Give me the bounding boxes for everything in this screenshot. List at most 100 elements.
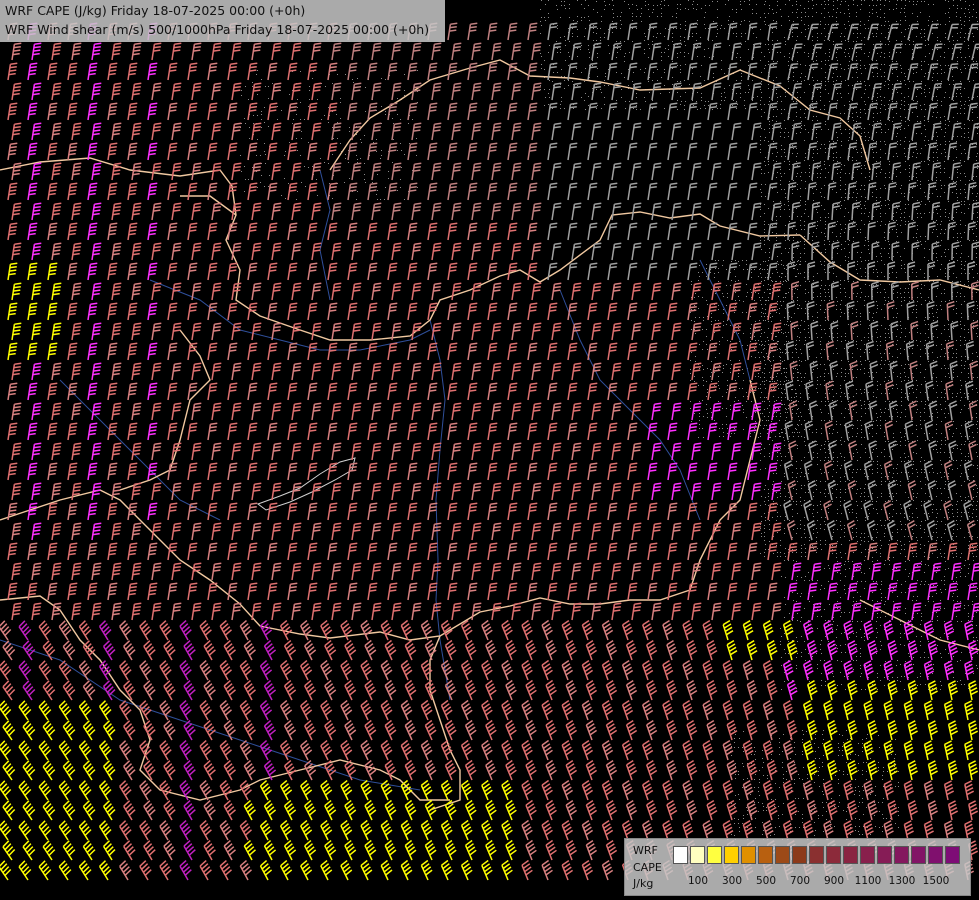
stipple-dot xyxy=(928,25,929,26)
stipple-dot xyxy=(921,65,922,66)
stipple-dot xyxy=(892,121,893,122)
stipple-dot xyxy=(853,293,854,294)
stipple-dot xyxy=(749,4,750,5)
stipple-dot xyxy=(969,340,970,341)
stipple-dot xyxy=(909,120,910,121)
stipple-dot xyxy=(788,81,789,82)
stipple-dot xyxy=(824,289,825,290)
stipple-dot xyxy=(781,113,782,114)
stipple-dot xyxy=(797,445,798,446)
stipple-dot xyxy=(805,337,806,338)
stipple-dot xyxy=(808,452,809,453)
stipple-dot xyxy=(800,393,801,394)
stipple-dot xyxy=(916,469,917,470)
stipple-dot xyxy=(784,120,785,121)
stipple-dot xyxy=(824,493,825,494)
stipple-dot xyxy=(945,209,946,210)
stipple-dot xyxy=(892,356,893,357)
stipple-dot xyxy=(809,509,810,510)
stipple-dot xyxy=(877,76,878,77)
stipple-dot xyxy=(848,352,849,353)
stipple-dot xyxy=(965,273,966,274)
stipple-dot xyxy=(912,29,913,30)
stipple-dot xyxy=(889,164,890,165)
stipple-dot xyxy=(813,496,814,497)
stipple-dot xyxy=(714,273,715,274)
stipple-dot xyxy=(912,489,913,490)
stipple-dot xyxy=(901,472,902,473)
stipple-dot xyxy=(933,4,934,5)
stipple-dot xyxy=(880,425,881,426)
stipple-dot xyxy=(884,353,885,354)
stipple-dot xyxy=(852,100,853,101)
stipple-dot xyxy=(710,272,711,273)
stipple-dot xyxy=(892,368,893,369)
stipple-dot xyxy=(833,181,834,182)
stipple-dot xyxy=(769,529,770,530)
stipple-dot xyxy=(804,52,805,53)
stipple-dot xyxy=(784,209,785,210)
stipple-dot xyxy=(881,473,882,474)
stipple-dot xyxy=(961,237,962,238)
stipple-dot xyxy=(845,173,846,174)
stipple-dot xyxy=(780,180,781,181)
stipple-dot xyxy=(837,465,838,466)
stipple-dot xyxy=(924,92,925,93)
stipple-dot xyxy=(884,64,885,65)
stipple-dot xyxy=(896,317,897,318)
stipple-dot xyxy=(856,140,857,141)
stipple-dot xyxy=(585,28,586,29)
stipple-dot xyxy=(853,177,854,178)
stipple-dot xyxy=(936,424,937,425)
stipple-dot xyxy=(661,77,662,78)
stipple-dot xyxy=(832,148,833,149)
stipple-dot xyxy=(781,253,782,254)
stipple-dot xyxy=(685,101,686,102)
stipple-dot xyxy=(872,484,873,485)
stipple-dot xyxy=(697,24,698,25)
stipple-dot xyxy=(861,213,862,214)
stipple-dot xyxy=(767,269,768,270)
stipple-dot xyxy=(909,40,910,41)
stipple-dot xyxy=(941,229,942,230)
stipple-dot xyxy=(868,109,869,110)
stipple-dot xyxy=(956,536,957,537)
stipple-dot xyxy=(764,409,765,410)
stipple-dot xyxy=(868,345,869,346)
stipple-dot xyxy=(893,509,894,510)
stipple-dot xyxy=(893,473,894,474)
stipple-dot xyxy=(731,280,732,281)
stipple-dot xyxy=(900,140,901,141)
stipple-dot xyxy=(784,389,785,390)
stipple-dot xyxy=(765,157,766,158)
stipple-dot xyxy=(861,133,862,134)
stipple-dot xyxy=(776,265,777,266)
stipple-dot xyxy=(636,97,637,98)
stipple-dot xyxy=(705,108,706,109)
stipple-dot xyxy=(944,553,945,554)
stipple-dot xyxy=(836,557,837,558)
stipple-dot xyxy=(805,340,806,341)
stipple-dot xyxy=(948,80,949,81)
stipple-dot xyxy=(881,468,882,469)
stipple-dot xyxy=(864,469,865,470)
stipple-dot xyxy=(973,476,974,477)
stipple-dot xyxy=(828,460,829,461)
stipple-dot xyxy=(852,528,853,529)
stipple-dot xyxy=(780,368,781,369)
stipple-dot xyxy=(829,265,830,266)
stipple-dot xyxy=(840,201,841,202)
stipple-dot xyxy=(768,40,769,41)
stipple-dot xyxy=(829,49,830,50)
stipple-dot xyxy=(821,329,822,330)
stipple-dot xyxy=(820,293,821,294)
stipple-dot xyxy=(976,452,977,453)
stipple-dot xyxy=(581,97,582,98)
stipple-dot xyxy=(905,204,906,205)
stipple-dot xyxy=(772,40,773,41)
stipple-dot xyxy=(960,520,961,521)
stipple-dot xyxy=(776,328,777,329)
stipple-dot xyxy=(908,109,909,110)
stipple-dot xyxy=(772,188,773,189)
stipple-dot xyxy=(861,276,862,277)
